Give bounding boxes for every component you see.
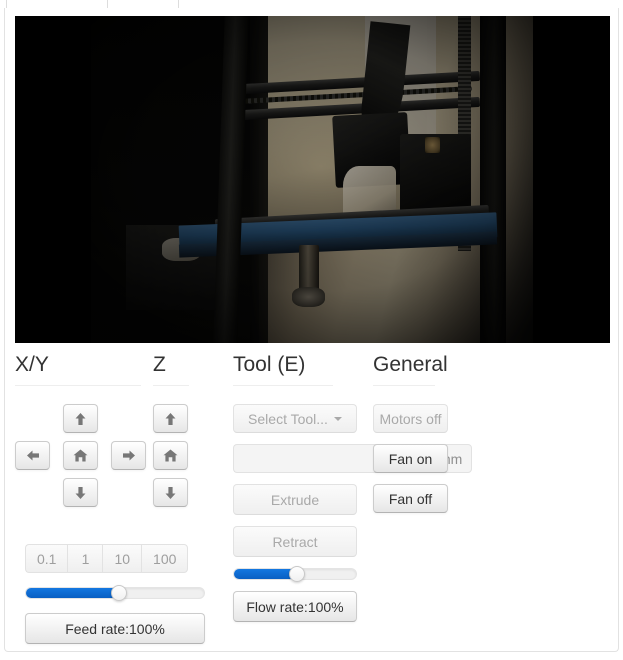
step-size-1-button[interactable]: 1 [67, 544, 103, 573]
column-z: Z [153, 352, 219, 508]
home-icon [73, 449, 88, 462]
column-general: General Motors off Fan on Fan off [373, 352, 483, 524]
heading-rule-z [153, 385, 189, 386]
tab-fragment-left[interactable] [6, 0, 108, 8]
step-size-100-button[interactable]: 100 [141, 544, 189, 573]
home-icon [163, 449, 178, 462]
heading-z: Z [153, 353, 166, 376]
heading-rule-tool [233, 385, 333, 386]
chevron-down-icon [333, 416, 342, 421]
z-jog-pad [153, 404, 188, 508]
jog-x-minus-button[interactable] [15, 441, 50, 470]
retract-button[interactable]: Retract [233, 526, 357, 557]
fan-off-button[interactable]: Fan off [373, 484, 448, 513]
heading-tool: Tool (E) [233, 353, 306, 376]
arrow-up-icon [164, 412, 177, 426]
jog-x-plus-button[interactable] [111, 441, 146, 470]
arrow-up-icon [74, 412, 87, 426]
extrude-button[interactable]: Extrude [233, 484, 357, 515]
column-tool: Tool (E) Select Tool... mm Extrude Retra… [233, 352, 473, 622]
feed-rate-button[interactable]: Feed rate:100% [25, 613, 205, 644]
general-controls: Motors off Fan on Fan off [373, 404, 483, 513]
jog-z-minus-button[interactable] [153, 478, 188, 507]
heading-rule-general [373, 385, 435, 386]
tab-fragment-right[interactable] [178, 0, 618, 8]
tool-controls: Select Tool... mm Extrude Retract [233, 404, 473, 622]
fan-on-button[interactable]: Fan on [373, 444, 448, 473]
control-panel: X/Y 0.1 1 10 100 Feed rate:100% Z Tool (… [4, 8, 619, 652]
webcam-feed-image[interactable] [91, 16, 533, 343]
jog-controls: X/Y 0.1 1 10 100 Feed rate:100% Z Tool (… [5, 352, 620, 652]
select-tool-label: Select Tool... [248, 410, 328, 427]
jog-y-minus-button[interactable] [63, 478, 98, 507]
flow-rate-button[interactable]: Flow rate:100% [233, 591, 357, 622]
arrow-down-icon [74, 486, 87, 500]
flow-rate-slider[interactable] [233, 566, 357, 582]
step-size-0.1-button[interactable]: 0.1 [25, 544, 68, 573]
extrude-amount-row: mm [233, 444, 473, 473]
heading-general: General [373, 353, 448, 376]
arrow-down-icon [164, 486, 177, 500]
xy-jog-pad [15, 404, 146, 508]
webcam-container [15, 16, 610, 343]
feed-rate-slider[interactable] [25, 585, 205, 601]
home-xy-button[interactable] [63, 441, 98, 470]
home-z-button[interactable] [153, 441, 188, 470]
motors-off-button[interactable]: Motors off [373, 404, 448, 433]
step-size-group: 0.1 1 10 100 [25, 544, 189, 573]
jog-y-plus-button[interactable] [63, 404, 98, 433]
select-tool-dropdown[interactable]: Select Tool... [233, 404, 357, 433]
arrow-right-icon [122, 449, 136, 462]
jog-z-plus-button[interactable] [153, 404, 188, 433]
step-size-10-button[interactable]: 10 [102, 544, 142, 573]
heading-rule-xy [15, 385, 141, 386]
arrow-left-icon [26, 449, 40, 462]
control-tab-page: X/Y 0.1 1 10 100 Feed rate:100% Z Tool (… [0, 0, 623, 660]
